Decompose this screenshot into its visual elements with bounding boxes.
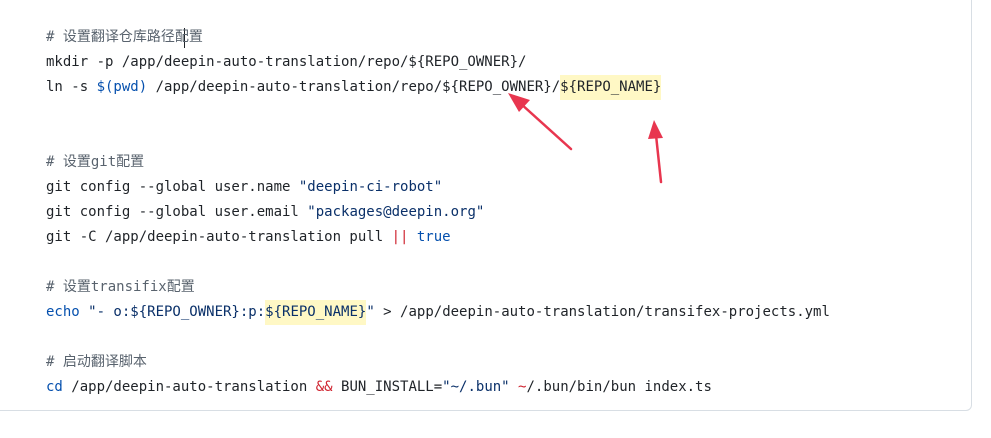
code-text: /app/deepin-auto-translation: [62, 379, 316, 395]
code-line: mkdir -p /app/deepin-auto-translation/re…: [46, 50, 830, 75]
code-subshell: $(pwd): [96, 79, 148, 95]
code-text: ln -s: [46, 79, 97, 95]
code-line: # 设置git配置: [46, 150, 830, 175]
code-text: git -C /app/deepin-auto-translation pull: [46, 229, 392, 245]
code-text: /app/deepin-auto-translation/transifex-p…: [400, 304, 830, 320]
code-line: ln -s $(pwd) /app/deepin-auto-translatio…: [46, 75, 830, 100]
highlighted-variable: ${REPO_NAME}: [265, 300, 367, 325]
code-block[interactable]: # 设置翻译仓库路径配置 mkdir -p /app/deepin-auto-t…: [46, 25, 830, 400]
code-line: git config --global user.name "deepin-ci…: [46, 175, 830, 200]
code-comment: # 设置transifix配置: [46, 279, 195, 295]
code-line: # 设置翻译仓库路径配置: [46, 25, 830, 50]
code-string: "deepin-ci-robot": [298, 179, 443, 195]
code-line: # 启动翻译脚本: [46, 350, 830, 375]
code-keyword: true: [416, 229, 451, 245]
code-line: git config --global user.email "packages…: [46, 200, 830, 225]
code-keyword: cd: [46, 379, 63, 395]
code-text: /app/deepin-auto-translation/repo/${REPO…: [147, 79, 561, 95]
code-comment: # 启动翻译脚本: [46, 354, 147, 370]
code-string: ": [366, 304, 375, 320]
code-line: echo "- o:${REPO_OWNER}:p:${REPO_NAME}" …: [46, 300, 830, 325]
code-text: git config --global user.name: [46, 179, 299, 195]
code-operator: &&: [315, 379, 333, 395]
code-string: "- o:${REPO_OWNER}:p:: [79, 304, 266, 320]
code-comment: # 设置git配置: [46, 154, 145, 170]
code-text: mkdir -p /app/deepin-auto-translation/re…: [46, 54, 527, 70]
code-comment: # 设置翻译仓库路径配置: [46, 29, 203, 45]
code-line: git -C /app/deepin-auto-translation pull…: [46, 225, 830, 250]
code-keyword: echo: [46, 304, 80, 320]
code-string: "~/.bun": [442, 379, 510, 395]
code-text: /.bun/bin/bun index.ts: [526, 379, 712, 395]
code-redirect: >: [374, 304, 401, 320]
code-line: # 设置transifix配置: [46, 275, 830, 300]
code-string: "packages@deepin.org": [307, 204, 485, 220]
highlighted-variable: ${REPO_NAME}: [560, 75, 662, 100]
code-text: BUN_INSTALL=: [332, 379, 443, 395]
code-line: cd /app/deepin-auto-translation && BUN_I…: [46, 375, 830, 400]
code-text: git config --global user.email: [46, 204, 308, 220]
code-operator: ||: [391, 229, 409, 245]
